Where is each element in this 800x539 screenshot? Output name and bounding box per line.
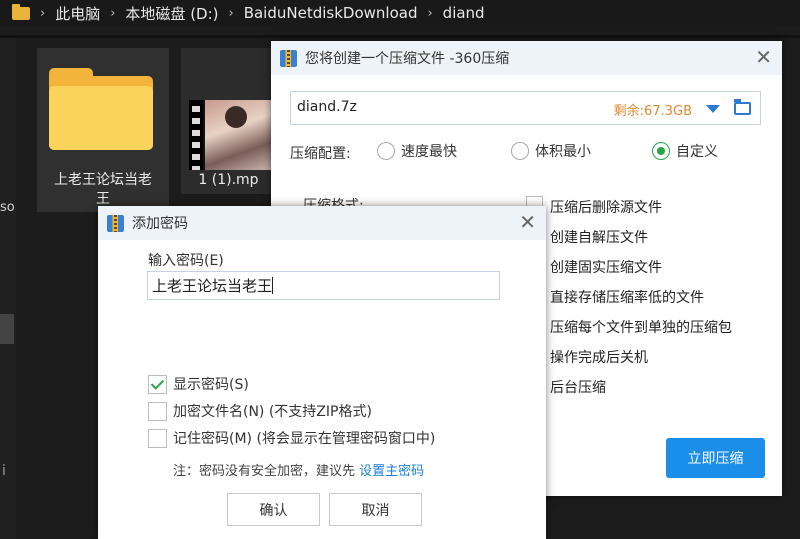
- checkbox-label: 记住密码(M) (将会显示在管理密码窗口中): [173, 431, 436, 447]
- archive-filename[interactable]: diand.7z: [297, 99, 357, 115]
- chevron-right-icon: ›: [427, 5, 433, 21]
- video-file-item[interactable]: 1 (1).mp: [181, 48, 276, 194]
- radio-label: 速度最快: [401, 144, 457, 160]
- thumbnail-image: [205, 100, 273, 170]
- config-label: 压缩配置:: [290, 146, 351, 162]
- nav-item-selected[interactable]: [0, 314, 14, 344]
- radio-label: 自定义: [676, 144, 718, 160]
- option-delete-source[interactable]: 压缩后删除源文件: [550, 197, 662, 217]
- checkbox-label: 显示密码(S): [173, 377, 249, 393]
- archive-path-field[interactable]: diand.7z 剩余:67.3GB: [290, 91, 761, 125]
- address-bar[interactable]: › 此电脑 › 本地磁盘 (D:) › BaiduNetdiskDownload…: [0, 0, 800, 26]
- set-master-password-link[interactable]: 设置主密码: [359, 464, 424, 479]
- nav-item-partial[interactable]: so: [0, 200, 15, 215]
- password-dialog: 添加密码 ✕ 输入密码(E) 上老王论坛当老王 显示密码(S) 加密文件名(N)…: [98, 206, 546, 539]
- archive-icon: [280, 49, 297, 67]
- chevron-right-icon: ›: [110, 5, 116, 21]
- option-self-extract[interactable]: 创建自解压文件: [550, 227, 648, 247]
- compress-dialog-titlebar[interactable]: 您将创建一个压缩文件 -360压缩 ✕: [271, 41, 782, 75]
- checkbox-icon[interactable]: [148, 401, 167, 421]
- dropdown-arrow-icon[interactable]: [706, 105, 720, 113]
- password-input[interactable]: 上老王论坛当老王: [147, 271, 500, 300]
- folder-icon: [12, 3, 30, 20]
- show-password-checkbox[interactable]: 显示密码(S): [148, 374, 249, 394]
- option-background[interactable]: 后台压缩: [550, 377, 606, 397]
- video-thumbnail: [189, 100, 273, 170]
- archive-icon: [107, 214, 124, 232]
- radio-smallest[interactable]: 体积最小: [511, 141, 591, 161]
- browse-folder-icon[interactable]: [734, 99, 751, 115]
- option-store-low-ratio[interactable]: 直接存储压缩率低的文件: [550, 287, 704, 307]
- option-solid-archive[interactable]: 创建固实压缩文件: [550, 257, 662, 277]
- option-separate-archives[interactable]: 压缩每个文件到单独的压缩包: [550, 317, 732, 337]
- radio-fastest[interactable]: 速度最快: [377, 141, 457, 161]
- breadcrumb-local-disk[interactable]: 本地磁盘 (D:): [125, 3, 218, 24]
- encrypt-filenames-checkbox[interactable]: 加密文件名(N) (不支持ZIP格式): [148, 401, 372, 421]
- security-note: 注：密码没有安全加密，建议先 设置主密码: [173, 460, 424, 479]
- toolbar-divider: [0, 35, 800, 38]
- breadcrumb-diand[interactable]: diand: [443, 4, 485, 22]
- folder-item[interactable]: 上老王论坛当老 王: [37, 48, 169, 212]
- folder-icon: [49, 68, 153, 150]
- close-icon[interactable]: ✕: [755, 45, 772, 69]
- option-shutdown-after[interactable]: 操作完成后关机: [550, 347, 648, 367]
- chevron-right-icon: ›: [228, 5, 234, 21]
- checkbox-label: 加密文件名(N) (不支持ZIP格式): [173, 404, 372, 420]
- radio-circle-icon[interactable]: [511, 142, 529, 160]
- film-strip-icon: [189, 100, 203, 170]
- compress-dialog-title: 您将创建一个压缩文件 -360压缩: [305, 51, 510, 67]
- navigation-pane: so i: [0, 38, 16, 539]
- radio-circle-icon[interactable]: [377, 142, 395, 160]
- ok-button[interactable]: 确认: [227, 493, 320, 526]
- cancel-button[interactable]: 取消: [329, 493, 422, 526]
- nav-item-partial-2[interactable]: i: [2, 463, 6, 479]
- checkbox-icon[interactable]: [148, 428, 167, 448]
- password-dialog-titlebar[interactable]: 添加密码 ✕: [98, 206, 546, 240]
- video-file-name: 1 (1).mp: [198, 172, 259, 188]
- password-input-label: 输入密码(E): [148, 253, 224, 269]
- breadcrumb-this-pc[interactable]: 此电脑: [55, 3, 100, 24]
- close-icon[interactable]: ✕: [519, 210, 536, 234]
- security-note-text: 注：密码没有安全加密，建议先: [173, 464, 356, 479]
- compress-now-button[interactable]: 立即压缩: [666, 438, 765, 478]
- radio-label: 体积最小: [535, 144, 591, 160]
- checkbox-checked-icon[interactable]: [148, 374, 167, 394]
- password-text: 上老王论坛当老王: [152, 277, 273, 295]
- remember-password-checkbox[interactable]: 记住密码(M) (将会显示在管理密码窗口中): [148, 428, 435, 448]
- radio-custom[interactable]: 自定义: [652, 141, 718, 161]
- breadcrumb-baidu-folder[interactable]: BaiduNetdiskDownload: [244, 4, 418, 22]
- password-dialog-title: 添加密码: [132, 216, 188, 232]
- folder-name-line1: 上老王论坛当老: [54, 172, 152, 188]
- free-space-label: 剩余:67.3GB: [613, 104, 692, 119]
- radio-selected-icon[interactable]: [652, 142, 670, 160]
- chevron-right-icon: ›: [40, 5, 46, 21]
